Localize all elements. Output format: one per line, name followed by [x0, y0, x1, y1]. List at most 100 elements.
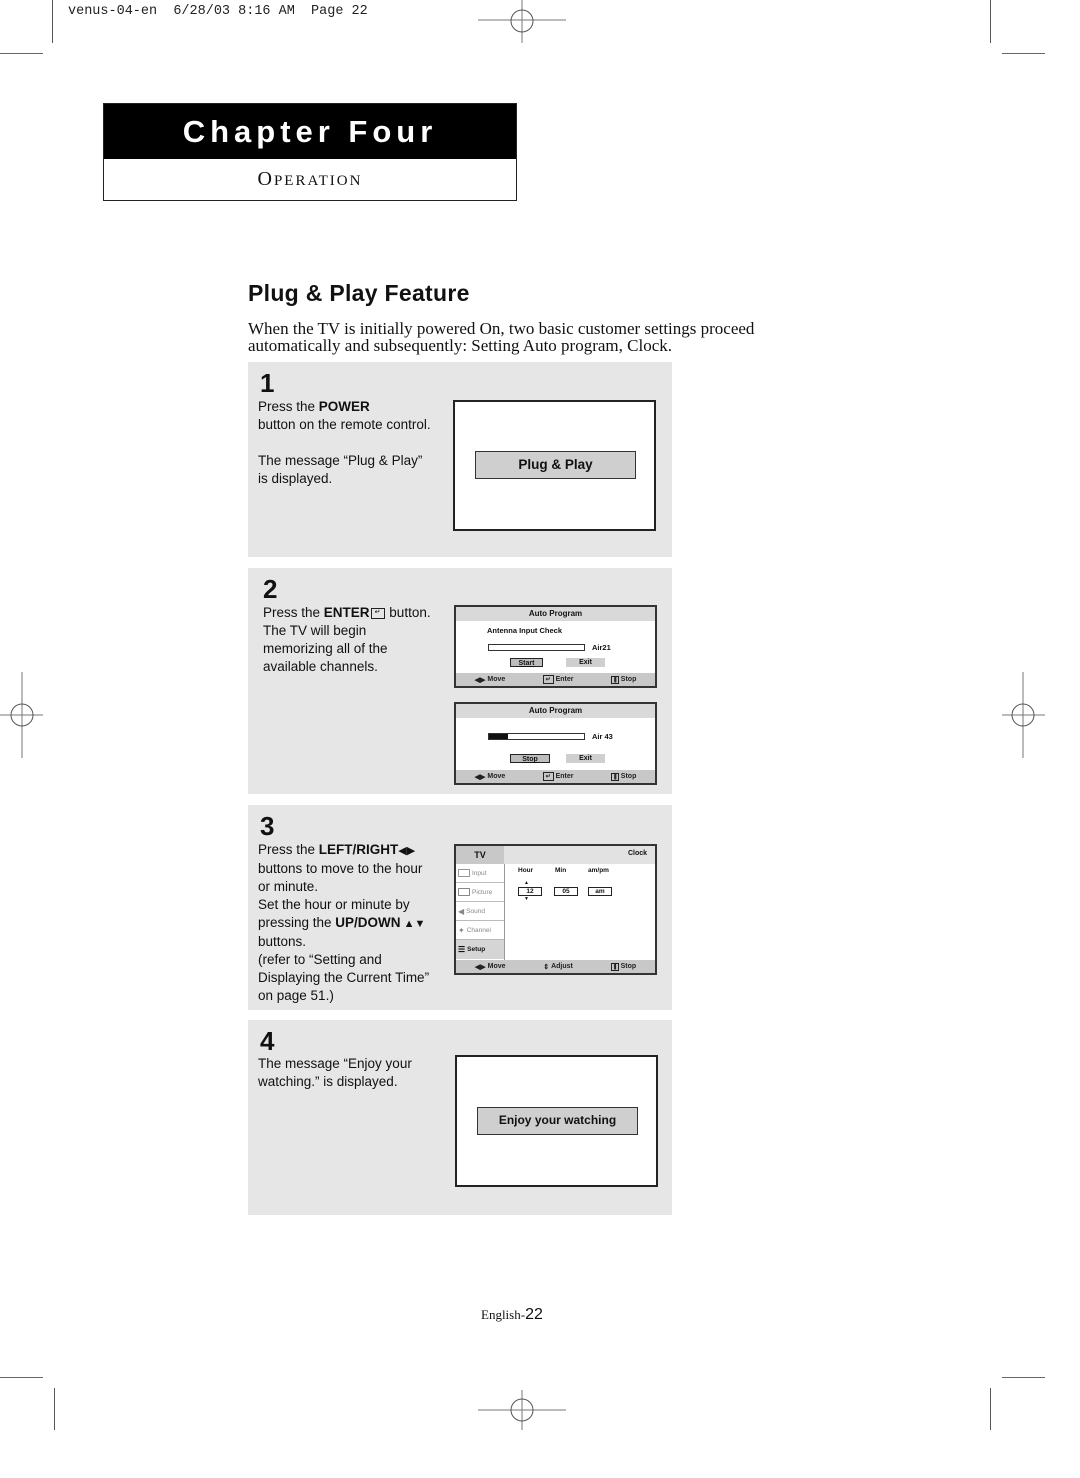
step-number: 4 — [260, 1026, 275, 1056]
osd-hint-stop: ||| Stop — [610, 962, 636, 971]
ampm-field[interactable]: am — [588, 887, 612, 896]
crop-mark — [0, 53, 43, 54]
left-right-arrows-icon: ◀▶ — [398, 845, 416, 857]
step-line: watching.” is displayed. — [258, 1074, 398, 1089]
section-intro: When the TV is initially powered On, two… — [248, 319, 755, 355]
chapter-subtitle: OPERATION — [104, 159, 516, 200]
menu-item-setup[interactable]: ☰ Setup — [456, 940, 504, 959]
input-icon — [458, 869, 470, 877]
osd-title: Auto Program — [456, 607, 655, 621]
step-number: 2 — [263, 574, 278, 604]
tv-screen: Plug & Play — [453, 400, 656, 531]
osd-hint-move: ◀▶ Move — [474, 773, 506, 781]
footer-label: English- — [481, 1307, 526, 1322]
osd-hint-move: ◀▶ Move — [474, 963, 506, 971]
enter-icon: ↵ — [370, 607, 385, 619]
registration-mark-right — [1002, 672, 1045, 758]
page-number: 22 — [525, 1306, 543, 1323]
enter-key-icon: ↵ — [542, 675, 554, 684]
channel-label: Air 43 — [592, 732, 613, 741]
clock-osd: TV Input Picture ◀ Sound ✦ Channel ☰ Setup … — [454, 844, 657, 975]
osd-footer: ◀▶ Move ↵ Enter ||| Stop — [456, 673, 655, 686]
chapter-header: Chapter Four OPERATION — [103, 103, 517, 201]
osd-hint-enter: ↵ Enter — [542, 772, 574, 781]
left-right-arrows-icon: ◀▶ — [474, 676, 486, 684]
plug-and-play-message: Plug & Play — [475, 451, 636, 479]
osd-sidebar-title: TV — [456, 846, 504, 864]
ampm-column-label: am/pm — [588, 867, 609, 874]
auto-program-osd: Auto Program Antenna Input Check Air21 S… — [454, 605, 657, 688]
crop-mark — [1002, 53, 1045, 54]
osd-header: Clock — [504, 846, 655, 864]
osd-sidebar: TV Input Picture ◀ Sound ✦ Channel ☰ Setup — [456, 846, 505, 960]
progress-bar — [488, 733, 585, 740]
min-column-label: Min — [555, 867, 567, 874]
menu-key-icon: ||| — [610, 962, 619, 971]
step-line: Press the LEFT/RIGHT◀▶ — [258, 842, 416, 857]
menu-key-icon: ||| — [610, 772, 619, 781]
crop-mark — [54, 1388, 55, 1430]
step-2-panel: 2 Press the ENTER ↵ button. The TV will b… — [248, 568, 672, 794]
step-line: is displayed. — [258, 471, 333, 486]
crop-mark — [0, 1377, 43, 1378]
step-line: Press the ENTER ↵ button. — [263, 605, 431, 620]
menu-item-picture[interactable]: Picture — [456, 883, 504, 902]
step-line: The message “Enjoy your — [258, 1056, 412, 1071]
menu-item-channel[interactable]: ✦ Channel — [456, 921, 504, 940]
exit-button[interactable]: Exit — [566, 754, 605, 763]
section-title: Plug & Play Feature — [248, 280, 470, 306]
hour-field[interactable]: 12 — [518, 887, 542, 896]
enter-key-icon: ↵ — [542, 772, 554, 781]
step-line: pressing the UP/DOWN ▲▼ — [258, 915, 426, 930]
progress-bar — [488, 644, 585, 651]
down-arrow-icon: ▼ — [524, 896, 529, 902]
step-line: The TV will begin — [263, 623, 367, 638]
osd-hint-stop: ||| Stop — [610, 675, 636, 684]
osd-footer: ◀▶ Move ↵ Enter ||| Stop — [456, 770, 655, 783]
progress-fill — [489, 734, 508, 739]
step-line: available channels. — [263, 659, 378, 674]
step-4-text: The message “Enjoy your watching.” is di… — [258, 1055, 412, 1091]
stop-button[interactable]: Stop — [510, 754, 550, 763]
step-line: The message “Plug & Play” — [258, 453, 423, 468]
step-line: Press the POWER — [258, 399, 370, 414]
step-line: buttons. — [258, 934, 307, 949]
step-line: or minute. — [258, 879, 319, 894]
left-right-arrows-icon: ◀▶ — [474, 773, 486, 781]
osd-hint-stop: ||| Stop — [610, 772, 636, 781]
minute-field[interactable]: 05 — [554, 887, 578, 896]
picture-icon — [458, 888, 470, 896]
step-line: button on the remote control. — [258, 417, 431, 432]
start-button[interactable]: Start — [510, 658, 543, 667]
step-line: Displaying the Current Time” — [258, 970, 430, 985]
menu-item-input[interactable]: Input — [456, 864, 504, 883]
osd-hint-move: ◀▶ Move — [474, 676, 506, 684]
step-line: memorizing all of the — [263, 641, 388, 656]
step-4-panel: 4 The message “Enjoy your watching.” is … — [248, 1020, 672, 1215]
menu-item-sound[interactable]: ◀ Sound — [456, 902, 504, 921]
crop-mark — [52, 0, 53, 43]
hour-column-label: Hour — [518, 867, 534, 874]
step-1-panel: 1 Press the POWER button on the remote c… — [248, 362, 672, 557]
chapter-subtitle-initial: O — [257, 168, 274, 190]
left-right-arrows-icon: ◀▶ — [474, 963, 486, 971]
up-arrow-icon: ▲ — [524, 880, 529, 886]
registration-mark-bottom — [478, 1390, 566, 1430]
exit-button[interactable]: Exit — [566, 658, 605, 667]
registration-mark-top — [478, 0, 566, 43]
crop-mark — [1002, 1377, 1045, 1378]
print-slug: venus-04-en 6/28/03 8:16 AM Page 22 — [68, 4, 368, 19]
up-down-arrows-icon: ⇕ — [543, 963, 550, 971]
step-2-text: Press the ENTER ↵ button. The TV will beg… — [263, 604, 431, 676]
step-1-text: Press the POWER button on the remote con… — [258, 398, 431, 488]
step-line: Set the hour or minute by — [258, 897, 410, 912]
osd-hint-adjust: ⇕ Adjust — [543, 963, 573, 971]
step-3-text: Press the LEFT/RIGHT◀▶ buttons to move t… — [258, 841, 429, 1005]
channel-label: Air21 — [592, 643, 611, 652]
osd-header-title: Clock — [627, 850, 647, 857]
step-number: 1 — [260, 368, 275, 398]
step-line: (refer to “Setting and — [258, 952, 382, 967]
step-3-panel: 3 Press the LEFT/RIGHT◀▶ buttons to move… — [248, 805, 672, 1010]
osd-footer: ◀▶ Move ⇕ Adjust ||| Stop — [456, 960, 655, 973]
osd-hint-enter: ↵ Enter — [542, 675, 574, 684]
